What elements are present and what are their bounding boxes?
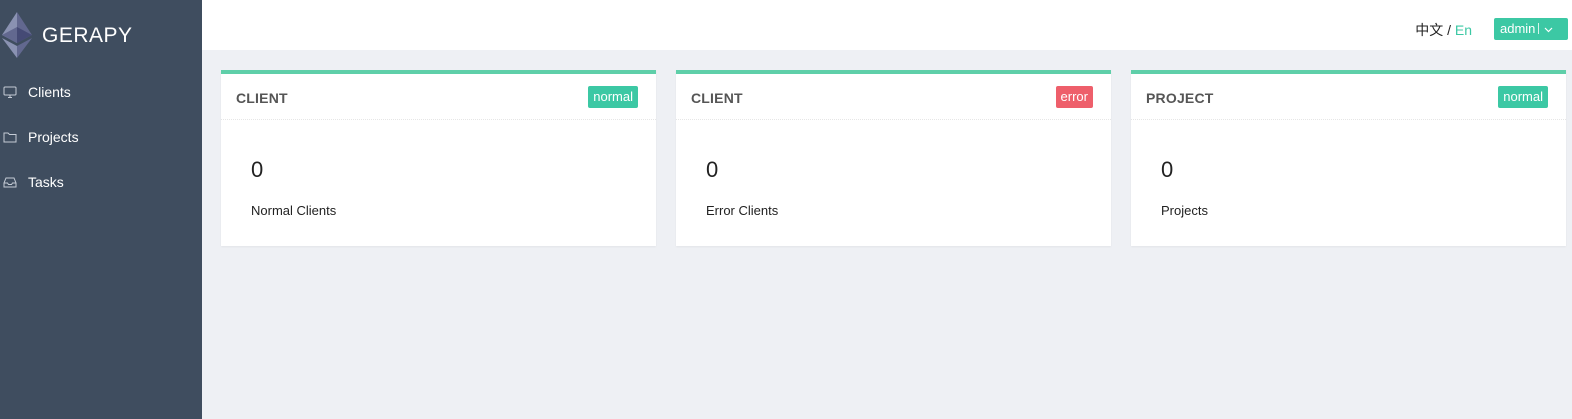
sidebar-item-label: Clients xyxy=(28,84,71,100)
card-count: 0 xyxy=(251,157,264,182)
card-count: 0 xyxy=(1161,157,1174,182)
card-header: PROJECT normal xyxy=(1131,74,1566,120)
monitor-icon xyxy=(3,85,17,99)
lang-zh-link[interactable]: 中文 xyxy=(1415,22,1443,38)
card-title: CLIENT xyxy=(236,90,288,106)
card-label: Error Clients xyxy=(706,203,779,218)
status-badge: error xyxy=(1055,86,1093,108)
sidebar-item-label: Projects xyxy=(28,129,79,145)
ethereum-logo-icon xyxy=(2,12,32,63)
sidebar-nav: Clients Projects Tasks xyxy=(0,70,202,205)
lang-separator: / xyxy=(1447,22,1451,38)
card-label: Projects xyxy=(1161,203,1208,218)
brand[interactable]: GERAPY xyxy=(0,10,202,60)
card-header: CLIENT error xyxy=(676,74,1111,120)
chevron-down-icon xyxy=(1544,21,1553,36)
status-badge: normal xyxy=(1498,86,1548,108)
sidebar-item-label: Tasks xyxy=(28,174,64,190)
user-menu-button[interactable]: admin xyxy=(1494,18,1568,40)
card-header: CLIENT normal xyxy=(221,74,656,120)
top-header: 中文 / En admin xyxy=(202,0,1572,50)
brand-name: GERAPY xyxy=(42,24,133,47)
folder-icon xyxy=(3,130,17,144)
divider xyxy=(1538,23,1540,34)
card-count: 0 xyxy=(706,157,719,182)
sidebar: GERAPY Clients Projects Tasks xyxy=(0,0,202,419)
project-card: PROJECT normal 0 Projects xyxy=(1131,70,1566,246)
inbox-icon xyxy=(3,175,17,189)
user-name: admin xyxy=(1500,21,1536,36)
sidebar-item-projects[interactable]: Projects xyxy=(0,115,202,160)
card-title: CLIENT xyxy=(691,90,743,106)
client-normal-card: CLIENT normal 0 Normal Clients xyxy=(221,70,656,246)
sidebar-item-clients[interactable]: Clients xyxy=(0,70,202,115)
language-switcher: 中文 / En xyxy=(1415,20,1472,40)
lang-en-link[interactable]: En xyxy=(1455,22,1472,38)
client-error-card: CLIENT error 0 Error Clients xyxy=(676,70,1111,246)
sidebar-item-tasks[interactable]: Tasks xyxy=(0,160,202,205)
status-badge: normal xyxy=(588,86,638,108)
card-title: PROJECT xyxy=(1146,90,1214,106)
card-label: Normal Clients xyxy=(251,203,337,218)
app: GERAPY Clients Projects Tasks 中文 / En ad… xyxy=(0,0,1572,419)
